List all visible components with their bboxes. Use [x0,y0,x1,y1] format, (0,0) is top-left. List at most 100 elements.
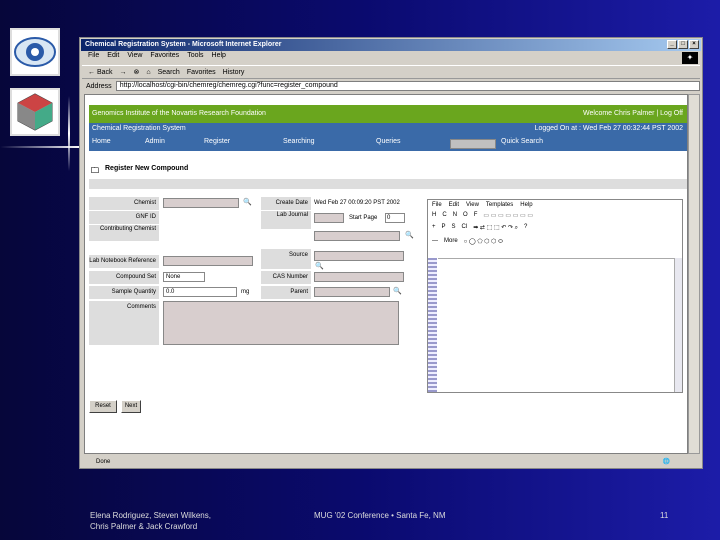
section-divider [89,179,687,189]
reset-button[interactable]: Reset [89,400,117,413]
lookup-parent-icon[interactable]: 🔍 [393,288,402,296]
lookup-source-icon[interactable]: 🔍 [315,263,324,271]
sample-quantity-label: Sample Quantity [89,286,159,299]
help-icon[interactable]: ? [524,224,527,232]
editor-menu-view[interactable]: View [466,202,479,208]
nav-queries[interactable]: Queries [376,138,401,145]
status-bar: Done 🌐 [82,457,700,468]
stop-button[interactable]: ⊗ [134,68,140,76]
main-nav: Home Admin Register Searching Queries Qu… [89,135,687,151]
system-name: Chemical Registration System [92,125,186,132]
cas-number-input[interactable] [314,272,404,282]
browser-window: Chemical Registration System - Microsoft… [79,37,703,469]
atom-h[interactable]: H [432,212,436,219]
footer-page-number: 11 [660,511,669,520]
ie-logo-icon: ✦ [682,52,698,64]
history-button[interactable]: History [223,69,245,76]
lookup-contributor-icon[interactable]: 🔍 [405,232,414,240]
page-content: Genomics Institute of the Novartis Resea… [84,94,688,454]
menubar: File Edit View Favorites Tools Help [82,52,226,63]
template-toolbar: — More ○ ◯ ⬠ ⬡ ⬡ ⬭ [432,238,503,246]
source-input[interactable] [314,251,404,261]
editor-side-strip [428,258,437,392]
editor-menubar: File Edit View Templates Help [432,202,533,208]
editor-menu-templates[interactable]: Templates [486,202,513,208]
more-button[interactable]: More [444,238,458,246]
atom-f[interactable]: F [474,212,478,219]
forward-button[interactable]: → [120,69,127,76]
lab-journal-input[interactable] [314,213,344,223]
window-title: Chemical Registration System - Microsoft… [85,41,282,48]
atom-s[interactable]: S [452,224,456,232]
atom-n[interactable]: N [453,212,457,219]
menu-view[interactable]: View [127,52,142,63]
lab-notebook-input[interactable] [163,256,253,266]
sample-quantity-value: 0.0 [166,289,175,295]
nav-home[interactable]: Home [92,138,111,145]
editor-menu-file[interactable]: File [432,202,442,208]
comments-textarea[interactable] [163,301,399,345]
structure-editor: File Edit View Templates Help H C N O F … [427,199,683,393]
search-button[interactable]: Search [158,69,180,76]
bond-tools-icon[interactable]: ▭ ▭ ▭ ▭ ▭ ▭ ▭ [483,212,533,219]
welcome-text[interactable]: Welcome Chris Palmer | Log Off [583,110,683,117]
gnf-id-label: GNF ID [89,211,159,224]
login-time: Logged On at : Wed Feb 27 00:32:44 PST 2… [534,125,683,132]
menu-favorites[interactable]: Favorites [150,52,179,63]
atom-o[interactable]: O [463,212,468,219]
address-input[interactable]: http://localhost/cgi-bin/chemreg/chemreg… [115,81,700,91]
browser-toolbar: ← Back → ⊗ ⌂ Search Favorites History [82,65,700,79]
start-page-label: Start Page [349,215,378,221]
single-bond-icon[interactable]: — [432,238,438,246]
minimize-button[interactable]: _ [667,40,677,49]
status-text: Done [96,459,111,465]
decorative-line-vertical [68,96,70,171]
home-button[interactable]: ⌂ [146,69,150,76]
charge-plus[interactable]: + [432,224,436,232]
menu-edit[interactable]: Edit [107,52,119,63]
system-header: Chemical Registration System Logged On a… [89,123,687,135]
chemist-input[interactable] [163,198,239,208]
comments-label: Comments [89,301,159,345]
start-page-input[interactable]: 0 [385,213,405,223]
compound-set-value: None [166,274,181,280]
favorites-button[interactable]: Favorites [187,69,216,76]
page-heading: 🗀 Register New Compound [89,165,687,175]
next-button[interactable]: Next [121,400,141,413]
editor-scrollbar[interactable] [674,258,682,392]
compound-set-select[interactable]: None [163,272,205,282]
editor-menu-help[interactable]: Help [520,202,532,208]
folder-icon: 🗀 [91,166,99,175]
atom-cl[interactable]: Cl [462,224,468,232]
contributing-chemist-input[interactable] [314,231,400,241]
address-label: Address [86,82,112,90]
quick-search-input[interactable] [450,139,496,149]
footer-authors-line2: Chris Palmer & Jack Crawford [90,522,198,531]
parent-label: Parent [261,286,311,299]
nav-searching[interactable]: Searching [283,138,315,145]
org-header: Genomics Institute of the Novartis Resea… [89,105,687,123]
nav-register[interactable]: Register [204,138,230,145]
nav-admin[interactable]: Admin [145,138,165,145]
ring-templates-icon[interactable]: ○ ◯ ⬠ ⬡ ⬡ ⬭ [464,238,504,246]
footer-authors: Elena Rodriguez, Steven Wilkens, Chris P… [90,510,211,532]
drawing-canvas[interactable] [438,258,682,392]
parent-input[interactable] [314,287,390,297]
editor-menu-edit[interactable]: Edit [449,202,459,208]
menu-help[interactable]: Help [212,52,226,63]
compound-set-label: Compound Set [89,271,159,284]
lab-journal-label: Lab Journal [261,211,311,229]
menu-file[interactable]: File [88,52,99,63]
quick-search-button[interactable]: Quick Search [501,138,543,145]
create-date-label: Create Date [261,197,311,210]
maximize-button[interactable]: □ [678,40,688,49]
arrow-tools-icon[interactable]: ➡ ⇄ ⬚ ⬚ ↶ ↷ ⌕ [473,224,518,232]
sample-quantity-input[interactable]: 0.0 [163,287,237,297]
atom-c[interactable]: C [442,212,446,219]
page-scrollbar[interactable] [688,94,700,454]
back-button[interactable]: ← Back [88,69,113,76]
lookup-chemist-icon[interactable]: 🔍 [243,199,252,207]
atom-p[interactable]: P [442,224,446,232]
close-button[interactable]: × [689,40,699,49]
menu-tools[interactable]: Tools [187,52,203,63]
